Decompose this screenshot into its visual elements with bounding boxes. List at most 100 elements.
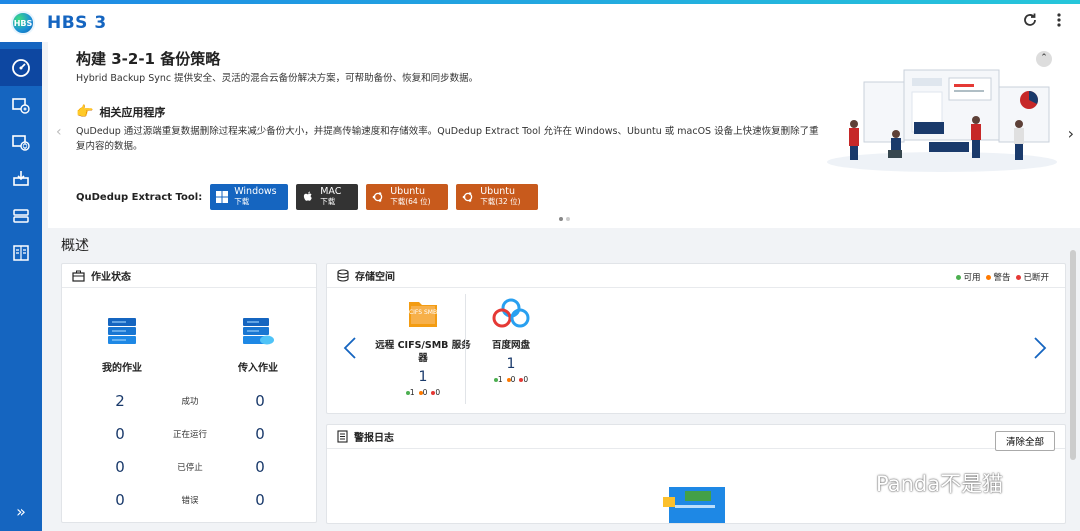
extract-tool-label: QuDedup Extract Tool: <box>76 191 203 203</box>
incoming-error-count[interactable]: 0 <box>250 491 270 509</box>
incoming-success-count[interactable]: 0 <box>250 392 270 410</box>
ubuntu-icon <box>372 192 383 202</box>
storage-item-status: 1 0 0 <box>461 375 561 384</box>
sidebar-item-restore[interactable] <box>0 160 42 197</box>
clear-all-button[interactable]: 清除全部 <box>994 431 1055 451</box>
download-mac-sub: 下载 <box>320 197 336 206</box>
backup-illustration <box>827 69 1057 172</box>
windows-icon <box>216 191 229 203</box>
my-jobs-stopped-count[interactable]: 0 <box>110 458 130 476</box>
storage-title: 存储空间 <box>355 272 395 283</box>
sidebar-item-backup[interactable] <box>0 86 42 123</box>
my-jobs-column[interactable]: 我的作业 <box>82 316 162 374</box>
storage-item-name: 远程 CIFS/SMB 服务器 <box>375 340 471 364</box>
job-row-running: 0 正在运行 0 <box>62 425 316 445</box>
backup-icon <box>12 97 30 114</box>
sidebar-item-storage[interactable] <box>0 197 42 234</box>
cifs-smb-folder-icon: CIFS SMB <box>409 302 437 327</box>
empty-log-illustration <box>663 487 725 523</box>
my-jobs-title: 我的作业 <box>102 363 142 374</box>
legend-warning: 警告 <box>986 271 1010 283</box>
storage-item-status: 1 0 0 <box>373 388 473 397</box>
alert-log-icon <box>337 430 348 443</box>
logs-icon <box>13 244 29 261</box>
more-vertical-icon[interactable] <box>1056 12 1062 33</box>
storage-item-count: 1 <box>506 356 516 372</box>
job-status-header: 作业状态 <box>62 264 316 288</box>
wechat-icon <box>843 472 869 494</box>
page-dot-1[interactable] <box>559 217 563 221</box>
download-ubuntu32-button[interactable]: Ubuntu 下载(32 位) <box>456 184 539 210</box>
download-ubuntu32-os: Ubuntu <box>480 186 515 197</box>
download-ubuntu64-button[interactable]: Ubuntu 下载(64 位) <box>366 184 449 210</box>
job-status-title: 作业状态 <box>91 272 131 283</box>
sidebar: » <box>0 42 42 531</box>
download-mac-os: MAC <box>320 186 342 197</box>
storage-item-count: 1 <box>418 369 428 385</box>
banner-prev-arrow[interactable]: ‹ <box>56 124 62 140</box>
job-row-label: 已停止 <box>177 463 203 473</box>
download-ubuntu64-os: Ubuntu <box>390 186 425 197</box>
database-icon <box>337 269 349 282</box>
download-windows-button[interactable]: Windows 下载 <box>210 184 289 210</box>
restore-icon <box>13 170 29 186</box>
baidu-netdisk-icon <box>492 298 530 328</box>
refresh-icon[interactable] <box>1022 12 1038 33</box>
incoming-stopped-count[interactable]: 0 <box>250 458 270 476</box>
hand-icon: 👉 <box>76 104 94 120</box>
title-bar: HBS HBS 3 <box>0 4 1080 42</box>
my-jobs-running-count[interactable]: 0 <box>110 425 130 443</box>
download-ubuntu32-sub: 下载(32 位) <box>480 197 521 206</box>
download-mac-button[interactable]: MAC 下载 <box>296 184 359 210</box>
dashboard-icon <box>12 58 30 77</box>
storage-item-name: 百度网盘 <box>491 340 530 351</box>
storage-prev-arrow[interactable] <box>343 336 357 367</box>
incoming-jobs-title: 传入作业 <box>238 363 278 374</box>
storage-card: 存储空间 可用 警告 已断开 CIFS SMB 远程 CIFS/SMB 服务器 … <box>326 263 1066 414</box>
storage-item-baidu[interactable]: 百度网盘 1 1 0 0 <box>461 296 561 384</box>
my-jobs-error-count[interactable]: 0 <box>110 491 130 509</box>
related-apps-heading: 👉 相关应用程序 <box>76 104 165 120</box>
hbs-logo: HBS <box>11 11 35 35</box>
alert-log-title: 警报日志 <box>354 433 394 444</box>
sync-icon <box>12 134 30 151</box>
job-status-card: 作业状态 我的作业 传入作业 2 成功 0 0 正在运行 0 0 已停止 0 0… <box>61 263 317 523</box>
briefcase-icon <box>72 270 85 282</box>
related-apps-label: 相关应用程序 <box>99 106 166 119</box>
banner-title: 构建 3-2-1 备份策略 <box>76 50 221 68</box>
my-jobs-success-count[interactable]: 2 <box>110 392 130 410</box>
job-row-label: 成功 <box>181 397 199 407</box>
sidebar-item-sync[interactable] <box>0 123 42 160</box>
legend-available: 可用 <box>956 271 980 283</box>
job-row-success: 2 成功 0 <box>62 392 316 412</box>
banner-next-arrow[interactable]: › <box>1068 124 1074 143</box>
sidebar-expand-button[interactable]: » <box>0 502 42 521</box>
page-scrollbar[interactable] <box>1070 250 1076 460</box>
download-windows-sub: 下载 <box>234 197 250 206</box>
storage-item-cifs[interactable]: CIFS SMB 远程 CIFS/SMB 服务器 1 1 0 0 <box>373 296 473 397</box>
job-row-label: 错误 <box>181 496 199 506</box>
page-dot-2[interactable] <box>566 217 570 221</box>
download-windows-os: Windows <box>234 186 277 197</box>
alert-log-header: 警报日志 <box>327 425 1065 449</box>
extract-tool-row: QuDedup Extract Tool: Windows 下载 MAC 下载 Ub… <box>76 184 539 210</box>
sidebar-item-logs[interactable] <box>0 234 42 271</box>
server-icon <box>108 318 136 344</box>
job-row-error: 0 错误 0 <box>62 491 316 511</box>
download-ubuntu64-sub: 下载(64 位) <box>390 197 431 206</box>
app-title: HBS 3 <box>47 13 107 33</box>
job-row-label: 正在运行 <box>172 430 207 440</box>
storage-icon <box>13 208 29 223</box>
ubuntu-icon <box>462 192 473 202</box>
sidebar-item-dashboard[interactable] <box>0 49 42 86</box>
banner-pagination[interactable] <box>559 217 570 221</box>
incoming-jobs-column[interactable]: 传入作业 <box>218 316 298 374</box>
banner: ‹ › ⌃ 构建 3-2-1 备份策略 Hybrid Backup Sync 提… <box>48 42 1080 228</box>
storage-next-arrow[interactable] <box>1033 336 1047 367</box>
legend-disconnected: 已断开 <box>1016 271 1049 283</box>
watermark: Panda不是猫 <box>842 468 1003 498</box>
incoming-running-count[interactable]: 0 <box>250 425 270 443</box>
svg-text:CIFS SMB: CIFS SMB <box>409 309 437 316</box>
banner-subtitle: Hybrid Backup Sync 提供安全、灵活的混合云备份解决方案，可帮助… <box>76 73 479 84</box>
storage-legend: 可用 警告 已断开 <box>956 271 1049 283</box>
